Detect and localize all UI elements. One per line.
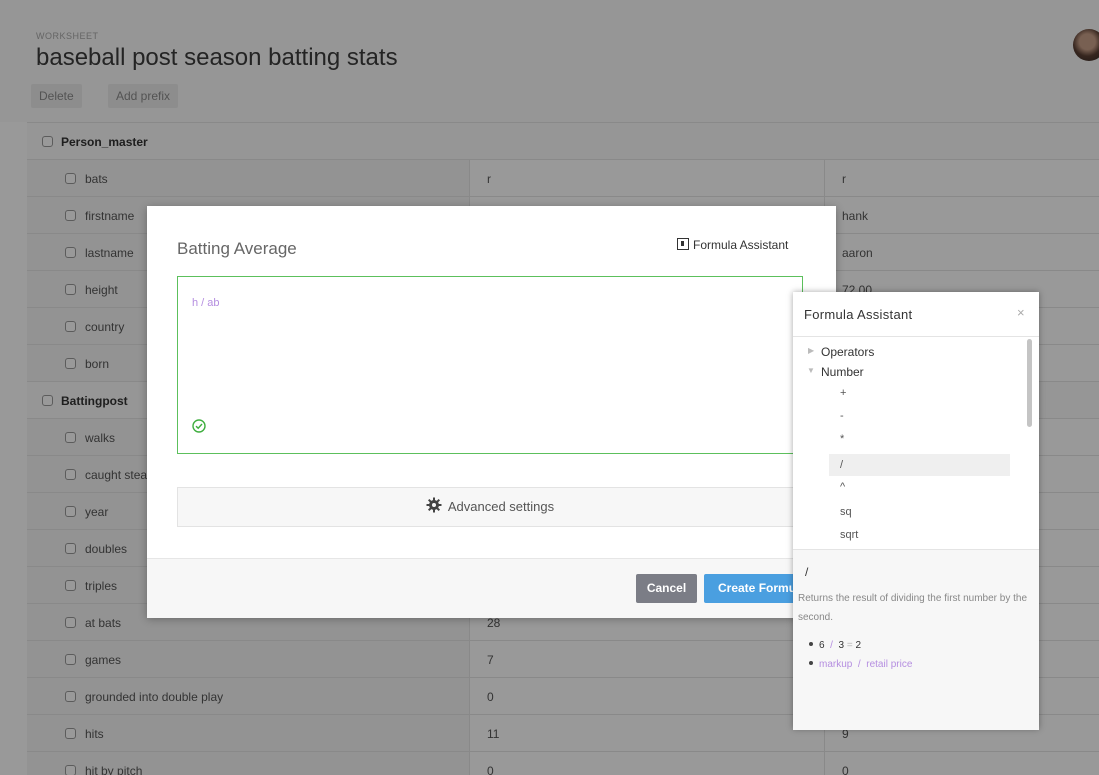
close-icon[interactable]: ×: [1017, 305, 1025, 320]
example-result: 2: [855, 640, 861, 651]
chevron-right-icon[interactable]: ▶: [808, 346, 814, 355]
formula-assistant-panel: Formula Assistant × ▶ Operators ▼ Number…: [793, 292, 1039, 730]
operator-item[interactable]: -: [829, 405, 1010, 427]
operator-item-selected[interactable]: /: [829, 454, 1010, 476]
operator-item[interactable]: *: [829, 428, 1010, 450]
bullet: [809, 661, 813, 665]
example-right: 3: [838, 640, 845, 651]
operator-item[interactable]: sq: [829, 501, 1010, 523]
example-operator: /: [857, 659, 861, 670]
bullet: [809, 642, 813, 646]
assistant-title: Formula Assistant: [804, 307, 913, 322]
assistant-header: Formula Assistant ×: [793, 292, 1039, 337]
operator-item[interactable]: sqrt: [829, 524, 1010, 546]
advanced-settings-button[interactable]: Advanced settings: [177, 487, 803, 527]
category-number[interactable]: Number: [821, 365, 864, 379]
operator-item[interactable]: ^: [829, 476, 1010, 498]
assistant-function-list: ▶ Operators ▼ Number + - * / ^ sq sqrt: [793, 337, 1039, 549]
cancel-button[interactable]: Cancel: [636, 574, 697, 603]
check-circle-icon: [192, 419, 206, 433]
detail-description: Returns the result of dividing the first…: [798, 593, 1028, 623]
formula-assistant-link[interactable]: Formula Assistant: [677, 238, 788, 252]
example-left: markup: [819, 659, 853, 670]
operator-detail: / Returns the result of dividing the fir…: [793, 549, 1039, 730]
formula-assistant-icon: [677, 238, 689, 250]
example-left: 6: [819, 640, 825, 651]
formula-assistant-link-label: Formula Assistant: [693, 238, 789, 252]
gear-icon: [426, 497, 442, 513]
detail-example-2: markup / retail price: [809, 659, 912, 670]
chevron-down-icon[interactable]: ▼: [807, 366, 815, 375]
example-operator: /: [830, 640, 833, 651]
category-operators[interactable]: Operators: [821, 345, 874, 359]
assistant-scrollbar[interactable]: [1027, 339, 1032, 427]
formula-modal: Batting Average Formula Assistant h / ab: [147, 206, 836, 618]
worksheet-page: WORKSHEET baseball post season batting s…: [0, 0, 1099, 775]
detail-operator: /: [805, 565, 809, 579]
formula-text[interactable]: h / ab: [192, 297, 220, 309]
example-equals: =: [846, 640, 853, 651]
detail-example-1: 6 / 3 = 2: [809, 640, 861, 651]
modal-title: Batting Average: [177, 239, 297, 258]
operator-item[interactable]: +: [829, 382, 1010, 404]
example-right: retail price: [866, 659, 913, 670]
advanced-settings-label: Advanced settings: [447, 499, 555, 514]
formula-editor[interactable]: h / ab: [177, 276, 803, 454]
